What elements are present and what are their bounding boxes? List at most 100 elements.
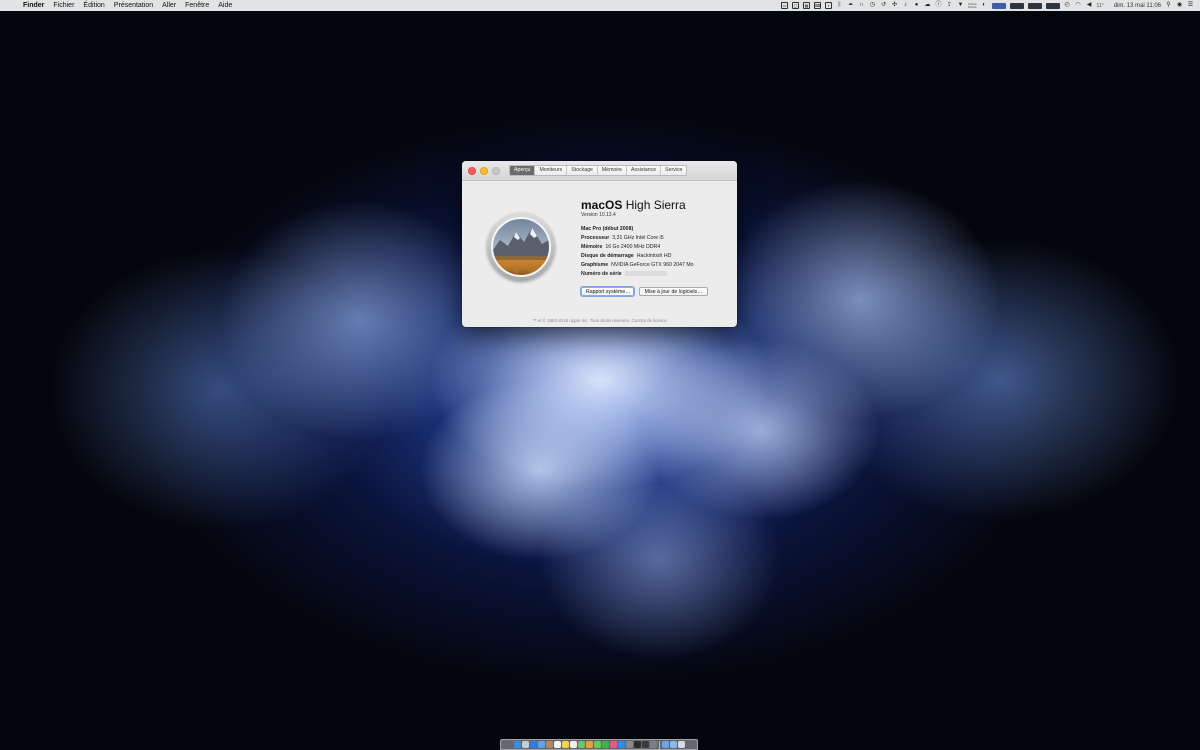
- tab-service[interactable]: Service: [661, 166, 686, 175]
- close-button[interactable]: [468, 167, 476, 175]
- terminal-icon[interactable]: [633, 741, 641, 748]
- network-meter[interactable]: [1045, 2, 1060, 9]
- memory-meter[interactable]: [1009, 2, 1024, 9]
- messages-icon[interactable]: [593, 741, 601, 748]
- tab-stockage[interactable]: Stockage: [567, 166, 598, 175]
- tab-assistance[interactable]: Assistance: [627, 166, 662, 175]
- menu-item-edition[interactable]: Édition: [83, 2, 104, 9]
- screen-icon[interactable]: ▢: [792, 2, 800, 9]
- download-speed: 0 Ko/s: [968, 4, 977, 9]
- os-version: Version 10.13.4: [581, 212, 616, 218]
- window-footer: ™ et © 1983-2018 Apple Inc. Tous droits …: [462, 318, 737, 323]
- serial-number-redacted: [624, 271, 667, 277]
- menu-item-fichier[interactable]: Fichier: [53, 2, 74, 9]
- display-icon[interactable]: ▭: [781, 2, 789, 9]
- spec-memory-value: 16 Go 2400 MHz DDR4: [605, 244, 661, 250]
- tab-apercu[interactable]: Aperçu: [510, 166, 536, 175]
- about-this-mac-window: Aperçu Moniteurs Stockage Mémoire Assist…: [462, 161, 737, 327]
- spec-graphics-label: Graphisme: [581, 262, 609, 268]
- disk-meter[interactable]: [1027, 2, 1042, 9]
- spec-memory-label: Mémoire: [581, 244, 603, 250]
- calendar-icon[interactable]: [553, 741, 561, 748]
- dock: [500, 739, 698, 750]
- menu-left: Finder Fichier Édition Présentation Alle…: [6, 2, 232, 9]
- volume-icon[interactable]: ◀: [1086, 2, 1093, 9]
- itunes-icon[interactable]: [609, 741, 617, 748]
- spec-memory: Mémoire 16 Go 2400 MHz DDR4: [581, 243, 694, 252]
- downloads-folder-icon[interactable]: [661, 741, 669, 748]
- wifi-icon[interactable]: ◠: [1075, 2, 1082, 9]
- network-speed: 0 Ko/s 0 Ko/s: [968, 2, 977, 9]
- facetime-icon[interactable]: [601, 741, 609, 748]
- temperature[interactable]: 11°: [1097, 3, 1104, 9]
- trash-icon[interactable]: [677, 741, 685, 748]
- menu-item-fenetre[interactable]: Fenêtre: [185, 2, 209, 9]
- drop-icon[interactable]: ●: [913, 2, 920, 9]
- box-icon[interactable]: ▪: [825, 2, 833, 9]
- menu-item-aide[interactable]: Aide: [218, 2, 232, 9]
- spotlight-icon[interactable]: ⚲: [1165, 2, 1172, 9]
- cloud-icon[interactable]: ☁: [924, 2, 931, 9]
- safari-icon[interactable]: [529, 741, 537, 748]
- activity-icon[interactable]: [641, 741, 649, 748]
- minimize-button[interactable]: [480, 167, 488, 175]
- launchpad-icon[interactable]: [521, 741, 529, 748]
- audio-icon[interactable]: ♪: [902, 2, 909, 9]
- appstore-icon[interactable]: [617, 741, 625, 748]
- clock-history-icon[interactable]: ◴: [1064, 2, 1071, 9]
- desktop-wallpaper: [0, 0, 1200, 750]
- contacts-icon[interactable]: [545, 741, 553, 748]
- maps-icon[interactable]: [577, 741, 585, 748]
- spec-model-label: Mac Pro (début 2008): [581, 226, 634, 232]
- bluetooth-icon[interactable]: ᛒ: [836, 2, 843, 9]
- menu-item-presentation[interactable]: Présentation: [114, 2, 153, 9]
- time-machine-icon[interactable]: ↺: [880, 2, 887, 9]
- preferences-icon[interactable]: [625, 741, 633, 748]
- menu-extras: ▭ ▢ ▦ ⌨ ▪ ᛒ ⏶ ∩ ◷ ↺ ✣ ♪ ● ☁ ⓘ ⇪ ▼ 0 Ko/s…: [781, 2, 1194, 9]
- tab-memoire[interactable]: Mémoire: [598, 166, 628, 175]
- istat-icon[interactable]: ◐: [981, 2, 988, 9]
- notes-icon[interactable]: [561, 741, 569, 748]
- photos-icon[interactable]: [585, 741, 593, 748]
- keyboard-icon[interactable]: ⌨: [814, 2, 822, 9]
- os-name-bold: macOS: [581, 198, 623, 212]
- spec-graphics: Graphisme NVIDIA GeForce GTX 960 2047 Mo: [581, 261, 694, 270]
- spec-processor-label: Processeur: [581, 235, 610, 241]
- spec-graphics-value: NVIDIA GeForce GTX 960 2047 Mo: [611, 262, 694, 268]
- license-link[interactable]: Contrat de licence: [631, 318, 666, 323]
- utility-icon[interactable]: [649, 741, 657, 748]
- reminders-icon[interactable]: [569, 741, 577, 748]
- documents-folder-icon[interactable]: [669, 741, 677, 748]
- spec-serial: Numéro de série: [581, 270, 694, 279]
- mail-icon[interactable]: [537, 741, 545, 748]
- spec-startup-disk-label: Disque de démarrage: [581, 253, 634, 259]
- spec-startup-disk: Disque de démarrage Hackintosh HD: [581, 252, 694, 261]
- grid-icon[interactable]: ▦: [803, 2, 811, 9]
- spec-startup-disk-value: Hackintosh HD: [636, 253, 672, 259]
- cast-icon[interactable]: ▼: [957, 2, 964, 9]
- system-report-button[interactable]: Rapport système…: [581, 287, 634, 296]
- menu-clock[interactable]: dim. 13 mai 11:06: [1114, 3, 1161, 9]
- menu-app-name[interactable]: Finder: [23, 2, 44, 9]
- dock-separator: [658, 740, 660, 749]
- spec-processor: Processeur 3,31 GHz Intel Core i5: [581, 234, 694, 243]
- airplay-icon[interactable]: ⏶: [847, 2, 854, 9]
- window-controls: [468, 167, 500, 175]
- info-icon[interactable]: ⓘ: [935, 2, 942, 9]
- cpu-meter[interactable]: [991, 2, 1006, 9]
- puzzle-icon[interactable]: ✣: [891, 2, 898, 9]
- spec-list: Mac Pro (début 2008) Processeur 3,31 GHz …: [581, 225, 694, 279]
- spec-processor-value: 3,31 GHz Intel Core i5: [612, 235, 664, 241]
- siri-icon[interactable]: ◉: [1176, 2, 1183, 9]
- upload-icon[interactable]: ⇪: [946, 2, 953, 9]
- backup-icon[interactable]: ◷: [869, 2, 876, 9]
- notification-center-icon[interactable]: ☰: [1187, 2, 1194, 9]
- tab-moniteurs[interactable]: Moniteurs: [535, 166, 568, 175]
- zoom-button[interactable]: [492, 167, 500, 175]
- software-update-button[interactable]: Mise à jour de logiciels…: [639, 287, 708, 296]
- finder-icon[interactable]: [513, 741, 521, 748]
- spec-serial-label: Numéro de série: [581, 271, 622, 277]
- menu-item-aller[interactable]: Aller: [162, 2, 176, 9]
- headphones-icon[interactable]: ∩: [858, 2, 865, 9]
- window-titlebar[interactable]: Aperçu Moniteurs Stockage Mémoire Assist…: [462, 161, 737, 181]
